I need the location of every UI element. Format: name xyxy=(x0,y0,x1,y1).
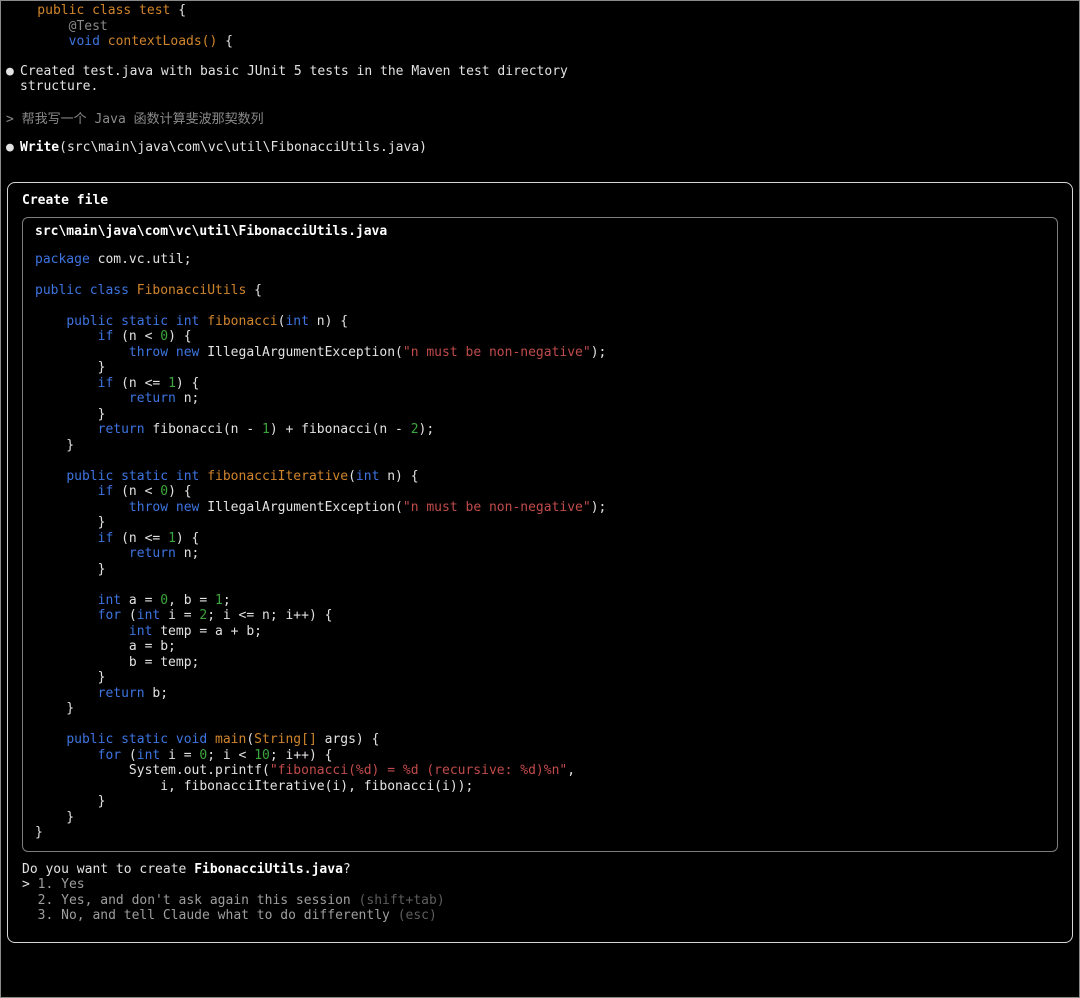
bullet-icon: ● xyxy=(6,63,14,79)
dialog-title: Create file xyxy=(22,192,109,208)
message-created-text: Created test.java with basic JUnit 5 tes… xyxy=(20,63,568,95)
terminal-window: public class test { @Test void contextLo… xyxy=(0,0,1080,998)
user-prompt: > 帮我写一个 Java 函数计算斐波那契数列 xyxy=(6,111,264,127)
code-block: package com.vc.util; public class Fibonac… xyxy=(35,251,607,841)
option-yes-dont-ask[interactable]: 2. Yes, and don't ask again this session… xyxy=(22,893,1058,909)
previous-code-snippet: public class test { @Test void contextLo… xyxy=(6,3,233,49)
file-preview-box: src\main\java\com\vc\util\FibonacciUtils… xyxy=(22,217,1058,852)
message-created: ● Created test.java with basic JUnit 5 t… xyxy=(6,64,1079,95)
tool-name: Write xyxy=(20,140,60,155)
confirm-question: Do you want to create FibonacciUtils.jav… xyxy=(22,861,351,877)
tool-args: (src\main\java\com\vc\util\FibonacciUtil… xyxy=(59,140,427,155)
tool-call-write: ● Write(src\main\java\com\vc\util\Fibona… xyxy=(6,140,1079,156)
tool-call-text: Write(src\main\java\com\vc\util\Fibonacc… xyxy=(20,140,427,156)
file-path-header: src\main\java\com\vc\util\FibonacciUtils… xyxy=(35,224,388,239)
create-file-dialog: Create file src\main\java\com\vc\util\Fi… xyxy=(7,181,1073,943)
bullet-icon: ● xyxy=(6,140,14,155)
option-no-tell-claude[interactable]: 3. No, and tell Claude what to do differ… xyxy=(22,908,1058,924)
option-yes[interactable]: > 1. Yes xyxy=(22,877,1058,893)
